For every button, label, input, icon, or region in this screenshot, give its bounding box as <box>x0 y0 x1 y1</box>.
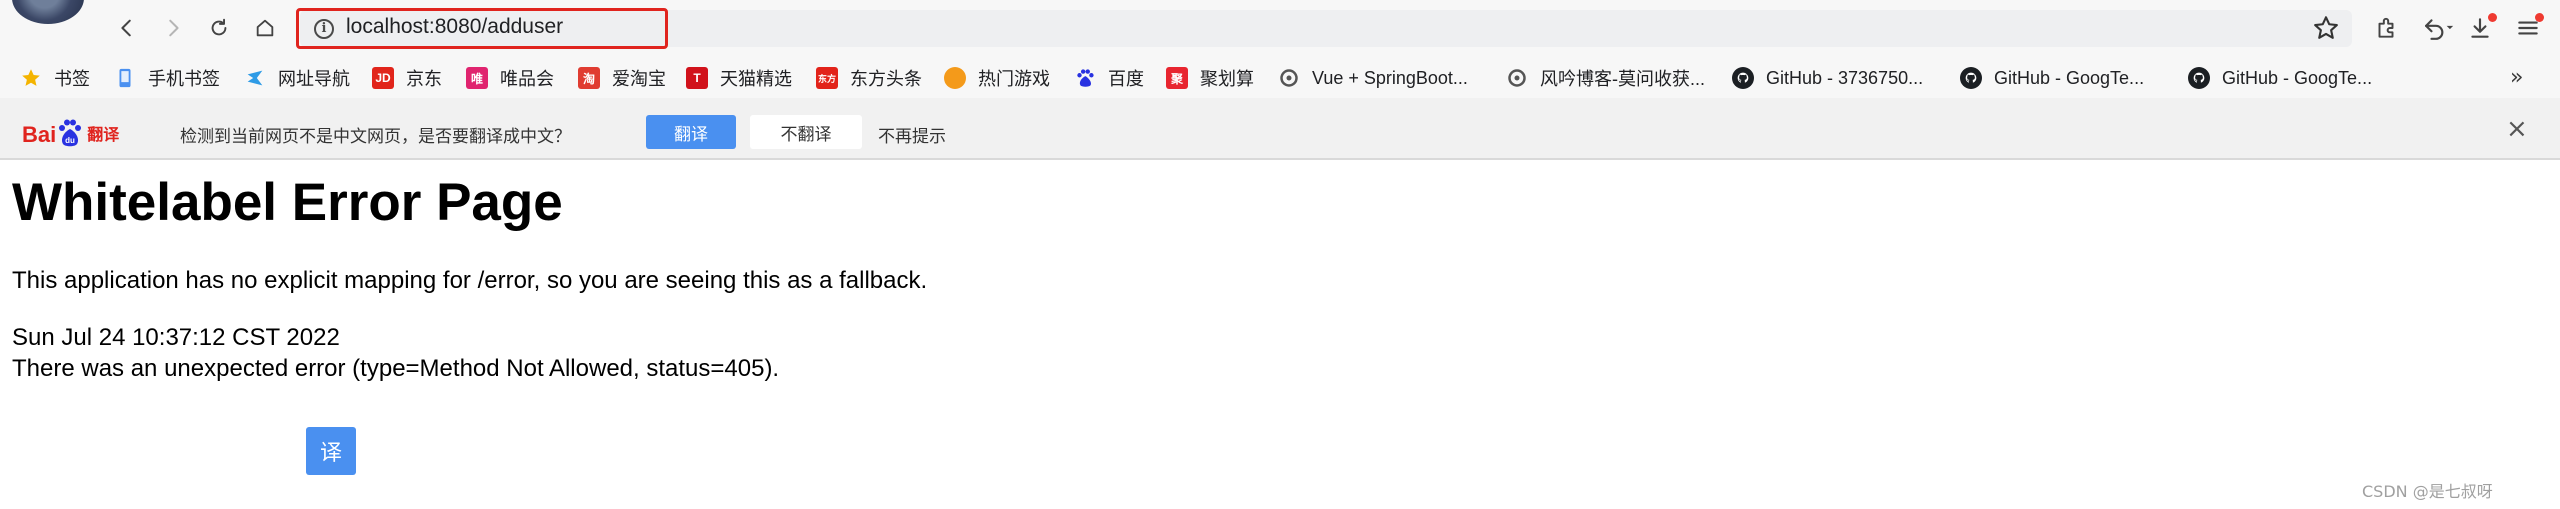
reload-button[interactable] <box>204 13 234 43</box>
never-prompt-link[interactable]: 不再提示 <box>878 122 946 147</box>
bookmark-item[interactable]: GitHub - GoogTe... <box>1960 65 2144 91</box>
phone-icon <box>114 67 136 89</box>
home-button[interactable] <box>250 13 280 43</box>
back-icon <box>121 19 131 37</box>
translate-prompt: 检测到当前网页不是中文网页，是否要翻译成中文？ <box>180 127 571 147</box>
bookmark-item[interactable]: 手机书签 <box>114 65 220 91</box>
bookmarks-bar: 书签 手机书签 网址导航 JD 京东 唯 唯品会 淘 爱淘宝 T 天猫精选 东方… <box>0 57 2560 98</box>
github-icon <box>2188 67 2210 89</box>
extensions-button[interactable] <box>2372 14 2400 42</box>
page-title: Whitelabel Error Page <box>12 173 563 232</box>
menu-badge <box>2535 13 2544 22</box>
watermark: CSDN @是七叔呀 <box>2362 482 2493 501</box>
vip-icon: 唯 <box>466 67 488 89</box>
juhuasuan-icon: 聚 <box>1166 67 1188 89</box>
tmall-icon: T <box>686 67 708 89</box>
baidu-translate-logo: Bai du 翻译 <box>22 112 119 148</box>
bookmark-item[interactable]: JD 京东 <box>372 65 442 91</box>
star-icon[interactable] <box>2312 14 2340 42</box>
bookmarks-more-button[interactable]: » <box>2510 65 2523 90</box>
jd-icon: JD <box>372 67 394 89</box>
url-text[interactable]: localhost:8080/adduser <box>346 15 563 39</box>
browser-toolbar: i localhost:8080/adduser <box>0 0 2560 57</box>
dongfang-icon: 东方 <box>816 67 838 89</box>
back-button[interactable] <box>112 13 142 43</box>
navigation-icon <box>244 67 266 89</box>
reload-icon <box>211 18 227 36</box>
bookmark-item[interactable]: T 天猫精选 <box>686 65 792 91</box>
game-icon <box>944 67 966 89</box>
github-icon <box>1732 67 1754 89</box>
star-icon <box>20 67 42 89</box>
bookmark-item[interactable]: 风吟博客-莫问收获... <box>1506 65 1705 91</box>
no-translate-button[interactable]: 不翻译 <box>750 115 862 149</box>
close-icon[interactable]: × <box>2506 114 2528 144</box>
home-icon <box>256 19 274 37</box>
undo-button[interactable] <box>2418 14 2458 42</box>
bookmark-item[interactable]: 淘 爱淘宝 <box>578 65 666 91</box>
error-message: This application has no explicit mapping… <box>12 267 928 294</box>
bookmark-item[interactable]: 热门游戏 <box>944 65 1050 91</box>
baidu-icon <box>1074 67 1096 89</box>
error-status: There was an unexpected error (type=Meth… <box>12 355 780 382</box>
csdn-icon <box>1278 67 1300 89</box>
forward-button[interactable] <box>158 13 188 43</box>
forward-icon <box>169 19 179 37</box>
bookmark-item[interactable]: 聚 聚划算 <box>1166 65 1254 91</box>
baidu-paw-icon: du <box>57 118 83 148</box>
avatar[interactable] <box>12 0 84 24</box>
undo-icon <box>2425 19 2454 40</box>
error-details: Sun Jul 24 10:37:12 CST 2022 There was a… <box>12 322 779 384</box>
svg-text:du: du <box>65 136 75 145</box>
github-icon <box>1960 67 1982 89</box>
floating-translate-button[interactable]: 译 <box>306 427 356 475</box>
bookmark-item[interactable]: 东方 东方头条 <box>816 65 922 91</box>
translate-button[interactable]: 翻译 <box>646 115 736 149</box>
info-icon[interactable]: i <box>314 19 334 39</box>
bookmark-item[interactable]: 网址导航 <box>244 65 350 91</box>
extensions-icon <box>2378 17 2394 38</box>
blog-icon <box>1506 67 1528 89</box>
bookmark-item[interactable]: 百度 <box>1074 65 1144 91</box>
error-timestamp: Sun Jul 24 10:37:12 CST 2022 <box>12 324 340 351</box>
bookmark-item[interactable]: Vue + SpringBoot... <box>1278 65 1468 91</box>
taobao-icon: 淘 <box>578 67 600 89</box>
bookmark-item[interactable]: GitHub - GoogTe... <box>2188 65 2372 91</box>
download-badge <box>2488 13 2497 22</box>
bookmark-item[interactable]: 书签 <box>20 65 90 91</box>
bookmark-item[interactable]: 唯 唯品会 <box>466 65 554 91</box>
bookmark-item[interactable]: GitHub - 3736750... <box>1732 65 1923 91</box>
